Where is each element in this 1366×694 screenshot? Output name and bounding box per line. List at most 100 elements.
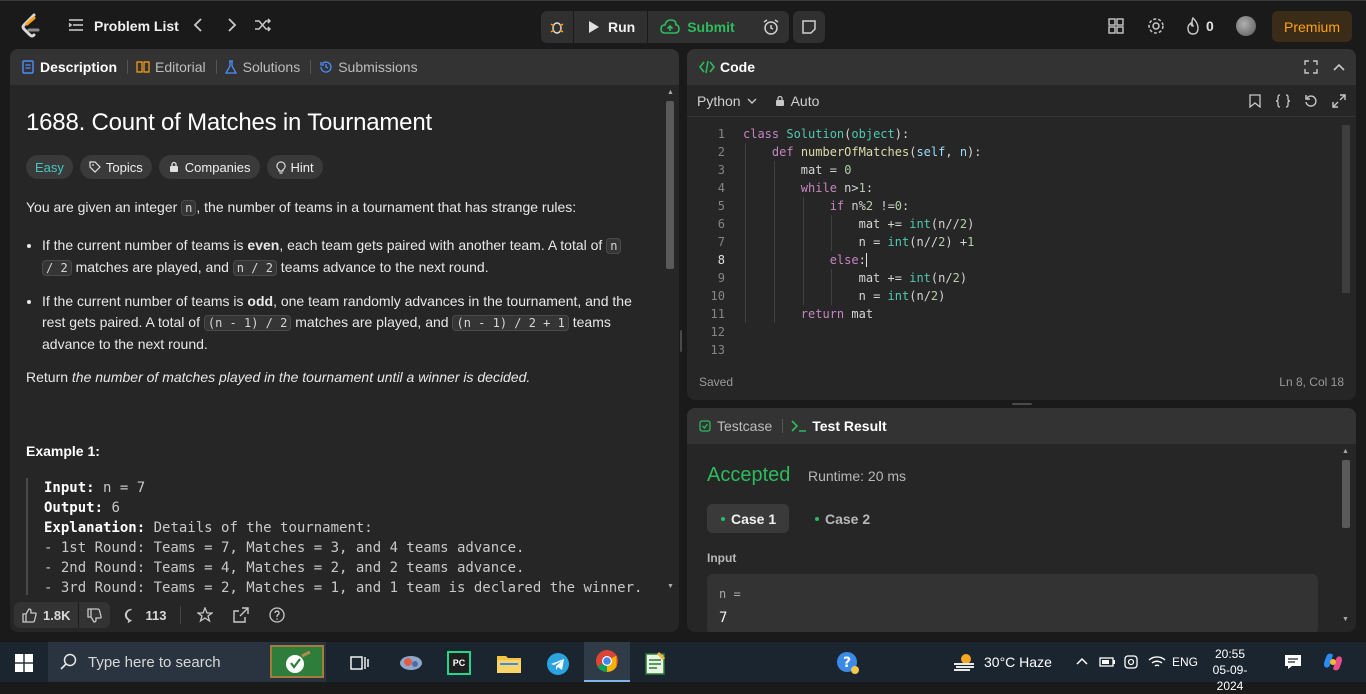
rule-even: If the current number of teams is even, … (42, 235, 648, 279)
code-text[interactable]: mat += int(n/2) (743, 269, 967, 287)
code-text[interactable]: else: (743, 251, 866, 269)
scroll-up-arrow[interactable]: ▲ (1342, 448, 1349, 455)
code-line[interactable]: 4 while n>1: (687, 179, 1342, 197)
description-scrollbar[interactable]: ▲ ▼ (665, 89, 675, 595)
case-2-tab[interactable]: Case 2 (801, 504, 883, 533)
auto-mode-toggle[interactable]: Auto (775, 93, 819, 109)
scrollbar-thumb[interactable] (1342, 460, 1350, 528)
code-line[interactable]: 1 class Solution(object): (687, 125, 1342, 143)
code-line[interactable]: 10 n = int(n/2) (687, 287, 1342, 305)
tab-description[interactable]: Description (22, 59, 117, 75)
chrome-icon[interactable] (584, 642, 630, 682)
collapse-icon[interactable] (1332, 60, 1346, 74)
language-select[interactable]: Python (697, 93, 757, 109)
notification-icon[interactable] (1284, 654, 1302, 670)
notes-button[interactable] (793, 11, 825, 43)
format-braces-icon[interactable] (1275, 94, 1291, 108)
code-text[interactable]: mat = 0 (743, 161, 852, 179)
result-scrollbar[interactable]: ▲ ▼ (1340, 446, 1352, 632)
problem-list-link[interactable]: Problem List (94, 18, 179, 34)
next-problem-icon[interactable] (226, 17, 238, 33)
tab-solutions[interactable]: Solutions (215, 59, 300, 75)
tab-editorial[interactable]: Editorial (127, 59, 206, 75)
code-text[interactable]: while n>1: (743, 179, 873, 197)
layout-icon[interactable] (1108, 18, 1124, 34)
notepad-icon[interactable] (644, 651, 666, 675)
code-text[interactable]: return mat (743, 305, 873, 323)
wifi-icon[interactable] (1148, 655, 1166, 669)
input-language[interactable]: ENG (1172, 655, 1198, 669)
companies-chip[interactable]: Companies (158, 155, 260, 179)
copilot-icon[interactable] (1322, 651, 1344, 673)
code-line[interactable]: 8 else: (687, 251, 1342, 269)
run-button[interactable]: Run (574, 11, 647, 43)
favorite-button[interactable] (197, 607, 214, 623)
avatar[interactable] (1236, 16, 1256, 36)
shuffle-icon[interactable] (254, 17, 272, 33)
prev-problem-icon[interactable] (192, 17, 204, 33)
dislike-button[interactable] (79, 607, 110, 623)
code-editor[interactable]: 1 class Solution(object): 2 def numberOfMa… (687, 125, 1342, 357)
like-button[interactable]: 1.8K (14, 608, 78, 623)
editor-scrollbar-thumb[interactable] (1342, 125, 1350, 293)
taskbar-search[interactable]: Type here to search (48, 642, 326, 682)
file-explorer-icon[interactable] (496, 652, 522, 674)
bookmark-icon[interactable] (1249, 94, 1261, 108)
settings-gear-icon[interactable] (1147, 17, 1165, 35)
code-text[interactable]: class Solution(object): (743, 125, 909, 143)
tab-test-result[interactable]: Test Result (782, 418, 887, 434)
code-line[interactable]: 11 return mat (687, 305, 1342, 323)
weather-text[interactable]: 30°C Haze (984, 654, 1052, 670)
clock-time: 20:55 (1214, 647, 1246, 661)
case-1-tab[interactable]: Case 1 (707, 504, 789, 533)
clock[interactable]: 20:55 05-09-2024 (1206, 646, 1254, 694)
code-line[interactable]: 2 def numberOfMatches(self, n): (687, 143, 1342, 161)
problem-title[interactable]: 1688. Count of Matches in Tournament (26, 109, 648, 137)
streak-counter[interactable]: 0 (1186, 17, 1214, 35)
code-line[interactable]: 3 mat = 0 (687, 161, 1342, 179)
timer-button[interactable] (755, 11, 787, 43)
comments-button[interactable]: 113 (124, 608, 166, 623)
telegram-icon[interactable] (546, 652, 570, 676)
code-line[interactable]: 6 mat += int(n//2) (687, 215, 1342, 233)
scrollbar-thumb[interactable] (666, 101, 674, 269)
tab-submissions[interactable]: Submissions (310, 59, 418, 75)
scroll-up-arrow[interactable]: ▲ (667, 89, 674, 96)
panel-resizer-horizontal[interactable] (1012, 403, 1032, 405)
topics-chip[interactable]: Topics (79, 155, 152, 179)
code-line[interactable]: 5 if n%2 !=0: (687, 197, 1342, 215)
share-button[interactable] (233, 607, 250, 623)
hint-chip[interactable]: Hint (266, 155, 323, 179)
pycharm-icon[interactable]: PC (447, 651, 471, 675)
code-text[interactable]: if n%2 !=0: (743, 197, 910, 215)
premium-button[interactable]: Premium (1272, 11, 1353, 42)
battery-icon[interactable] (1099, 655, 1115, 669)
reset-icon[interactable] (1304, 94, 1318, 108)
code-line[interactable]: 7 n = int(n//2) +1 (687, 233, 1342, 251)
maximize-icon[interactable] (1304, 60, 1318, 74)
editor-scrollbar[interactable] (1342, 125, 1350, 353)
verdict: Accepted (707, 464, 791, 486)
task-view-icon[interactable] (350, 654, 370, 672)
scroll-down-arrow[interactable]: ▼ (667, 583, 674, 590)
fullscreen-icon[interactable] (1332, 94, 1346, 108)
tray-chevron-up-icon[interactable] (1075, 654, 1089, 668)
scroll-down-arrow[interactable]: ▼ (1342, 616, 1349, 623)
leetcode-logo[interactable] (20, 13, 42, 39)
code-line[interactable]: 13 (687, 341, 1342, 359)
problem-list-icon[interactable] (68, 17, 84, 33)
help-button[interactable] (269, 607, 286, 623)
browser-extension-icon[interactable] (398, 652, 424, 674)
code-line[interactable]: 9 mat += int(n/2) (687, 269, 1342, 287)
help-center-icon[interactable]: ? (836, 651, 860, 675)
windows-start-icon[interactable] (15, 654, 33, 672)
debug-icon[interactable] (541, 11, 573, 43)
code-line[interactable]: 12 (687, 323, 1342, 341)
code-text[interactable]: def numberOfMatches(self, n): (743, 143, 982, 161)
webcam-icon[interactable] (1124, 654, 1138, 670)
submit-button[interactable]: Submit (648, 11, 746, 43)
panel-resizer[interactable] (680, 330, 682, 352)
code-text[interactable]: mat += int(n//2) (743, 215, 975, 233)
code-text[interactable]: n = int(n//2) +1 (743, 233, 975, 251)
tab-testcase[interactable]: Testcase (699, 418, 772, 434)
